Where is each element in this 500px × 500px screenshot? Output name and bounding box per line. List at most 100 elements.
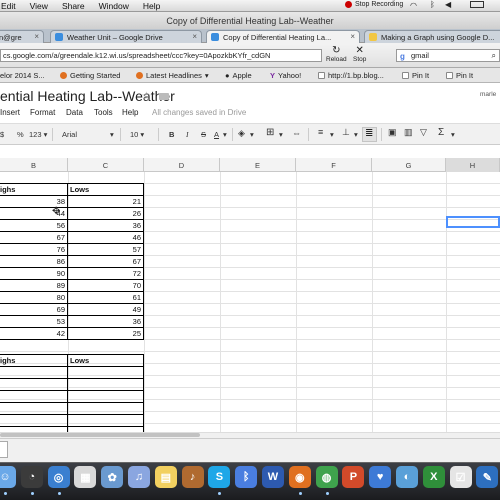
bold-button[interactable]: B	[169, 130, 174, 139]
menu-data[interactable]: Data	[66, 108, 83, 117]
column-header-f[interactable]: F	[296, 158, 372, 172]
tab-weather-unit[interactable]: Weather Unit – Google Drive ×	[50, 30, 202, 43]
chevron-down-icon[interactable]: ▾	[279, 130, 283, 139]
menu-insert[interactable]: Insert	[0, 108, 20, 117]
chevron-down-icon[interactable]: ▾	[250, 130, 254, 139]
stop-button[interactable]: ✕ Stop	[353, 45, 366, 63]
running-indicator	[298, 492, 302, 495]
number-format-dropdown[interactable]: 123 ▾	[29, 130, 47, 139]
star-icon[interactable]: ☆	[141, 89, 152, 103]
close-icon[interactable]: ×	[350, 32, 355, 41]
bookmark-item[interactable]: elor 2014 S...	[0, 71, 45, 80]
dock-smart-icon[interactable]: ✎	[476, 466, 499, 488]
search-icon[interactable]: ⌕	[492, 50, 496, 61]
chevron-down-icon[interactable]: ▾	[223, 130, 227, 139]
folder-icon[interactable]	[159, 93, 169, 100]
grid-row-line	[0, 423, 500, 424]
column-header-b[interactable]: B	[0, 158, 68, 172]
tab-making-graph[interactable]: Making a Graph using Google D...	[364, 30, 500, 43]
chevron-down-icon[interactable]: ▾	[451, 130, 455, 139]
borders-icon[interactable]: ⊞	[266, 127, 274, 138]
tab-email[interactable]: n@gre ×	[0, 30, 44, 43]
strikethrough-button[interactable]: S	[201, 130, 206, 139]
grid-row-line	[0, 399, 500, 400]
menu-share[interactable]: Share	[62, 1, 85, 11]
font-size-dropdown[interactable]: 10 ▾	[130, 130, 144, 139]
dock-excel-icon[interactable]: X	[422, 466, 445, 488]
spreadsheet-grid[interactable]: ighs Lows 38 21 44 26 56 36 67 46 76 57 86 67 90 72 89…	[0, 172, 500, 432]
stop-recording-button[interactable]: Stop Recording	[345, 1, 403, 8]
align-left-icon[interactable]: ≡	[318, 127, 323, 137]
chevron-down-icon[interactable]: ▾	[330, 130, 334, 139]
sheet-tab[interactable]	[0, 441, 8, 458]
dock-dashboard-icon[interactable]: ◔	[20, 466, 43, 488]
column-header-g[interactable]: G	[372, 158, 446, 172]
insert-chart-icon[interactable]: ▥	[404, 127, 413, 138]
currency-format-button[interactable]: $	[0, 130, 4, 139]
bookmark-item[interactable]: http://1.bp.blog...	[318, 71, 384, 80]
column-header-h[interactable]: H	[446, 158, 500, 172]
close-icon[interactable]: ×	[192, 32, 197, 41]
volume-icon[interactable]: ◀	[445, 0, 451, 9]
column-header-e[interactable]: E	[220, 158, 296, 172]
menu-help[interactable]: Help	[122, 108, 138, 117]
dock-bluetooth-icon[interactable]: ᛒ	[235, 466, 258, 488]
bookmark-item[interactable]: Pin It	[446, 71, 473, 80]
dock-itunes-icon[interactable]: ♫	[128, 466, 150, 488]
menu-tools[interactable]: Tools	[94, 108, 113, 117]
close-icon[interactable]: ×	[34, 32, 39, 41]
menu-window[interactable]: Window	[99, 1, 129, 11]
menu-edit[interactable]: Edit	[1, 1, 16, 11]
wifi-icon[interactable]: ◠	[410, 1, 417, 10]
dock-chrome-icon[interactable]: ◍	[315, 466, 338, 488]
menu-help[interactable]: Help	[143, 1, 160, 11]
tab-differential-heating[interactable]: Copy of Differential Heating La... ×	[206, 30, 360, 43]
bookmark-item[interactable]: Latest Headlines ▾	[136, 71, 209, 80]
dock-stickies-icon[interactable]: ▤	[154, 466, 177, 488]
dock-guitar-icon[interactable]: ♪	[181, 466, 204, 488]
vertical-align-icon[interactable]: ⊥	[342, 127, 350, 138]
dock-word-icon[interactable]: W	[262, 466, 284, 488]
bookmark-item[interactable]: Y Yahoo!	[270, 71, 301, 80]
dock-powerpoint-icon[interactable]: P	[342, 466, 365, 488]
dock-reminders-icon[interactable]: ☑	[449, 466, 472, 488]
address-bar[interactable]: cs.google.com/a/greendale.k12.wi.us/spre…	[0, 49, 322, 62]
bookmark-item[interactable]: Pin It	[402, 71, 429, 80]
bookmark-item[interactable]: ● Apple	[225, 71, 252, 80]
dock-ical-icon[interactable]: ▦	[74, 466, 97, 488]
chevron-down-icon[interactable]: ▾	[110, 130, 114, 139]
bookmark-item[interactable]: Getting Started	[60, 71, 120, 80]
merge-cells-icon[interactable]: ⇔	[292, 128, 301, 138]
dock-photos-icon[interactable]: ✿	[101, 466, 124, 488]
column-header-d[interactable]: D	[144, 158, 220, 172]
dock-skype-icon[interactable]: S	[208, 466, 231, 488]
wrap-text-button[interactable]: ≣	[362, 127, 377, 142]
menu-view[interactable]: View	[30, 1, 48, 11]
dock-safari-icon[interactable]: ◎	[47, 466, 70, 488]
bookmark-label: Pin It	[456, 71, 474, 80]
dock-finder-icon[interactable]: ☺	[0, 466, 16, 488]
percent-format-button[interactable]: %	[17, 130, 24, 139]
font-dropdown[interactable]: Arial	[62, 130, 77, 139]
selected-cell[interactable]	[446, 216, 500, 228]
dock-keynote-icon[interactable]: ♥	[369, 466, 392, 488]
chevron-down-icon[interactable]: ▾	[354, 130, 358, 139]
format-toolbar: $ % 123 ▾ Arial ▾ 10 ▾ B I S A ▾ ◈ ▾ ⊞ ▾…	[0, 123, 500, 145]
italic-button[interactable]: I	[186, 130, 189, 139]
dock-firefox-icon[interactable]: ◉	[288, 466, 311, 488]
search-box[interactable]: g gmail ⌕	[396, 49, 500, 62]
column-header-c[interactable]: C	[68, 158, 144, 172]
filter-icon[interactable]: ▽	[420, 127, 427, 138]
menu-format[interactable]: Format	[30, 108, 55, 117]
fill-color-icon[interactable]: ◈	[238, 128, 245, 139]
functions-button[interactable]: Σ	[438, 127, 444, 138]
comment-icon[interactable]: ▣	[388, 127, 397, 138]
dock-photo-icon[interactable]: ◐	[396, 466, 418, 488]
user-name[interactable]: marle	[480, 91, 496, 98]
battery-icon[interactable]	[470, 1, 484, 8]
scrollbar-thumb[interactable]	[0, 433, 200, 437]
table-border	[0, 339, 144, 340]
bluetooth-icon[interactable]: ᛒ	[430, 0, 435, 9]
reload-button[interactable]: ↻ Reload	[326, 45, 347, 63]
text-color-button[interactable]: A	[214, 130, 219, 139]
